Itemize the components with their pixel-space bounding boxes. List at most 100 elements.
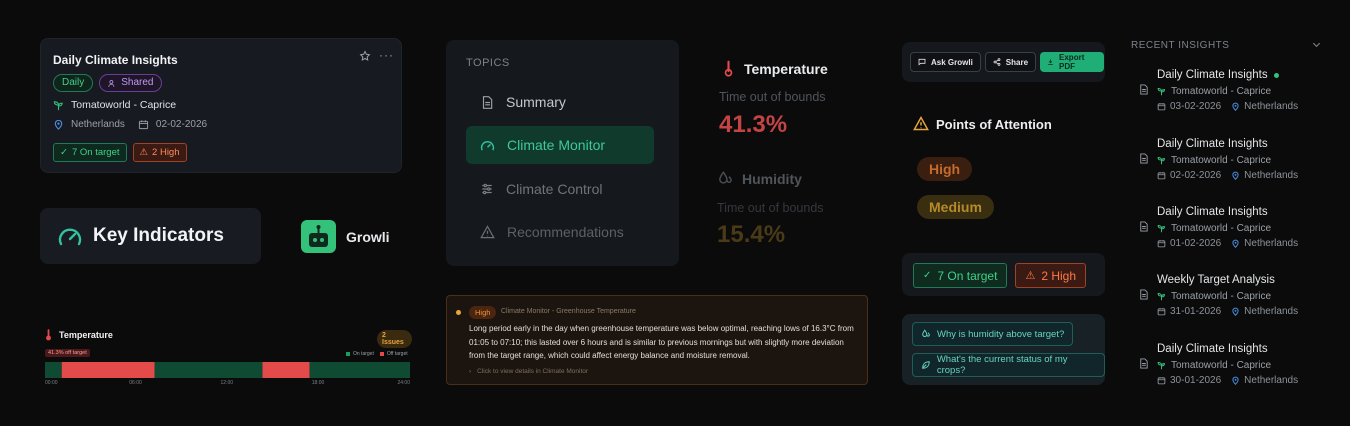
time-tick: 24:00 (397, 380, 410, 386)
pin-icon (1231, 239, 1240, 248)
calendar-icon (138, 119, 149, 130)
document-icon (1138, 288, 1149, 301)
alert-dot (456, 310, 461, 315)
droplet-icon (922, 329, 930, 337)
pin-icon (53, 119, 64, 130)
more-icon[interactable]: ··· (379, 48, 394, 62)
suggested-questions: Why is humidity above target? What's the… (902, 314, 1105, 385)
tag-shared-label: Shared (121, 77, 154, 88)
tab-climate-control-label: Climate Control (506, 181, 603, 197)
ask-growli-label: Ask Growli (931, 57, 973, 67)
share-label: Share (1005, 57, 1029, 67)
sprout-icon (1157, 292, 1166, 301)
document-icon (1138, 83, 1149, 96)
growli-logo (301, 220, 336, 253)
on-target-segment (45, 362, 62, 378)
sprout-icon (1157, 87, 1166, 96)
insight-country: Netherlands (71, 119, 125, 130)
high-badge: ⚠ 2 High (1015, 263, 1086, 288)
growli-label: Growli (346, 229, 390, 245)
on-target-text: 7 On target (937, 268, 998, 283)
download-icon (1048, 59, 1053, 65)
recent-insight-item[interactable]: Weekly Target Analysis Tomatoworld - Capr… (1136, 274, 1316, 330)
tab-summary[interactable]: Summary (466, 83, 654, 121)
chat-icon (918, 58, 926, 66)
warning-icon (480, 225, 495, 239)
share-icon (993, 58, 1001, 66)
droplet-icon (717, 170, 734, 186)
alert-link[interactable]: › Click to view details in Climate Monit… (469, 368, 588, 375)
thermometer-icon (724, 60, 733, 77)
document-icon (1138, 220, 1149, 233)
recent-insight-item[interactable]: Daily Climate Insights Tomatoworld - Capr… (1136, 69, 1316, 125)
leaf-icon (922, 361, 930, 369)
metric-humidity-sub: Time out of bounds (717, 201, 824, 215)
recent-date: 30-01-2026 (1170, 375, 1222, 386)
alert-text: Long period early in the day when greenh… (469, 324, 854, 360)
calendar-icon (1157, 102, 1166, 111)
thermometer-icon (45, 329, 52, 341)
chevron-down-icon[interactable] (1311, 39, 1322, 50)
users-icon (108, 79, 115, 87)
attention-title: Points of Attention (936, 117, 1052, 132)
off-target-pill: 41.3% off target (45, 349, 90, 357)
question-crops-text: What's the current status of my crops? (936, 354, 1068, 376)
pin-icon (1231, 171, 1240, 180)
sliders-icon (482, 183, 492, 195)
export-pdf-button[interactable]: Export PDF (1040, 52, 1105, 72)
calendar-icon (1157, 239, 1166, 248)
tag-shared: Shared (99, 74, 163, 92)
insight-date: 02-02-2026 (155, 119, 208, 130)
insight-card[interactable]: Daily Climate Insights ··· Daily Shared … (40, 38, 402, 173)
attention-panel: Points of Attention High Medium (904, 100, 1105, 235)
action-bar: Ask Growli Share Export PDF (902, 42, 1105, 82)
metric-temperature-sub: Time out of bounds (719, 90, 826, 104)
sprout-icon (53, 100, 64, 111)
time-tick: 00:00 (45, 380, 58, 386)
on-target-segment (154, 362, 263, 378)
recent-date: 01-02-2026 (1170, 238, 1222, 249)
on-target-badge: ✓ 7 On target (53, 143, 127, 162)
insight-location: Tomatoworld - Caprice (71, 99, 177, 111)
metric-temperature: Temperature Time out of bounds 41.3% (718, 58, 888, 138)
question-humidity-text: Why is humidity above target? (937, 328, 1065, 340)
recent-location: Tomatoworld - Caprice (1171, 360, 1272, 371)
time-tick: 12:00 (220, 380, 234, 386)
high-text: 2 High (152, 147, 180, 158)
recent-title: Weekly Target Analysis (1157, 274, 1275, 286)
alert-card[interactable]: High Climate Monitor - Greenhouse Temper… (446, 295, 868, 385)
recent-date: 02-02-2026 (1170, 170, 1222, 181)
question-crops[interactable]: What's the current status of my crops? (912, 353, 1105, 377)
issues-badge: 2 Issues (377, 330, 412, 348)
tab-climate-control[interactable]: Climate Control (466, 170, 654, 208)
recent-insight-item[interactable]: Daily Climate Insights Tomatoworld - Capr… (1136, 206, 1316, 262)
legend-off-label: Off target (386, 351, 408, 357)
time-tick: 18:00 (311, 380, 325, 386)
attention-high-pill: High (917, 157, 973, 181)
recent-insight-item[interactable]: Daily Climate Insights Tomatoworld - Capr… (1136, 138, 1316, 194)
time-axis: 00:00 06:00 12:00 18:00 24:00 (45, 380, 410, 388)
tab-climate-monitor[interactable]: Climate Monitor (466, 126, 654, 164)
share-button[interactable]: Share (984, 52, 1037, 72)
ask-growli-button[interactable]: Ask Growli (910, 52, 981, 72)
question-humidity[interactable]: Why is humidity above target? (912, 322, 1074, 346)
alert-link-text: Click to view details in Climate Monitor (477, 368, 589, 375)
calendar-icon (1157, 307, 1166, 316)
recent-insight-item[interactable]: Daily Climate Insights Tomatoworld - Capr… (1136, 343, 1316, 399)
topics-header: TOPICS (466, 57, 510, 69)
temp-timeline (45, 362, 410, 378)
status-panel: ✓ 7 On target ⚠ 2 High (902, 253, 1105, 296)
recent-insights-header: RECENT INSIGHTS (1131, 40, 1230, 51)
metric-temperature-label: Temperature (744, 61, 828, 77)
pin-icon (1231, 376, 1240, 385)
legend-off-swatch (379, 352, 384, 356)
pin-icon (1231, 102, 1240, 111)
recent-country: Netherlands (1244, 101, 1299, 112)
star-icon[interactable] (359, 50, 371, 62)
alert-severity: High (469, 306, 497, 319)
sprout-icon (1157, 361, 1166, 370)
recent-title: Daily Climate Insights (1157, 138, 1268, 150)
metric-humidity-label: Humidity (742, 171, 802, 187)
tab-recommendations[interactable]: Recommendations (466, 213, 654, 251)
recent-location: Tomatoworld - Caprice (1171, 291, 1272, 302)
